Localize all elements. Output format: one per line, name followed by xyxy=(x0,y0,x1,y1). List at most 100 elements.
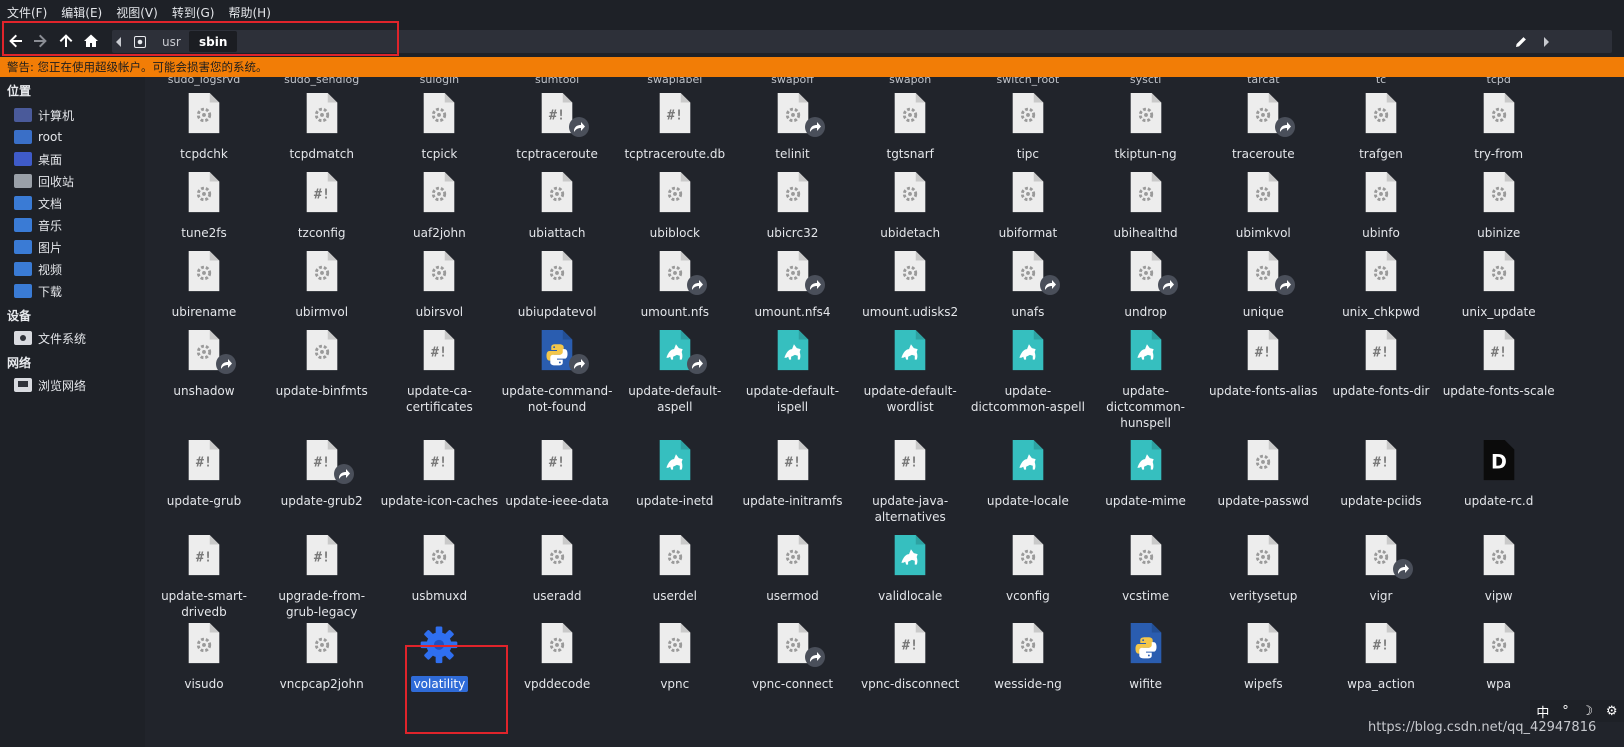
file-item[interactable]: telinit xyxy=(734,92,852,162)
file-item[interactable]: #! update-java-alternatives xyxy=(851,439,969,525)
file-item[interactable]: #! wpa_action xyxy=(1322,622,1440,692)
file-item[interactable]: update-inetd xyxy=(616,439,734,509)
file-item[interactable]: useradd xyxy=(498,534,616,604)
file-item[interactable]: ubirename xyxy=(145,250,263,320)
file-label-partial[interactable]: sulogin xyxy=(380,77,498,86)
file-item[interactable]: tipc xyxy=(969,92,1087,162)
file-item[interactable]: tgtsnarf xyxy=(851,92,969,162)
file-item[interactable]: #! tcptraceroute xyxy=(498,92,616,162)
file-label-partial[interactable]: sudo_sendlog xyxy=(263,77,381,86)
file-item[interactable]: update-locale xyxy=(969,439,1087,509)
file-item[interactable]: #! update-ieee-data xyxy=(498,439,616,509)
file-item[interactable]: tcpick xyxy=(380,92,498,162)
file-item[interactable]: ubiattach xyxy=(498,171,616,241)
file-item[interactable]: update-dictcommon-aspell xyxy=(969,329,1087,415)
file-item[interactable]: #! update-ca-certificates xyxy=(380,329,498,415)
file-item[interactable]: usermod xyxy=(734,534,852,604)
sidebar-item-trash[interactable]: 回收站 xyxy=(14,171,74,191)
file-item[interactable]: ubiformat xyxy=(969,171,1087,241)
sidebar-item-desktop[interactable]: 桌面 xyxy=(14,149,62,169)
file-item[interactable]: vconfig xyxy=(969,534,1087,604)
file-item[interactable]: trafgen xyxy=(1322,92,1440,162)
file-item[interactable]: tcpdchk xyxy=(145,92,263,162)
file-item[interactable]: #! update-grub xyxy=(145,439,263,509)
file-item[interactable]: update-mime xyxy=(1087,439,1205,509)
file-item[interactable]: unshadow xyxy=(145,329,263,399)
file-item[interactable]: wipefs xyxy=(1204,622,1322,692)
file-item[interactable]: #! tcptraceroute.db xyxy=(616,92,734,162)
sidebar-item-computer[interactable]: 计算机 xyxy=(14,105,74,125)
file-label-partial[interactable]: swapon xyxy=(851,77,969,86)
file-item[interactable]: ubihealthd xyxy=(1087,171,1205,241)
file-item[interactable]: #! update-fonts-alias xyxy=(1204,329,1322,399)
file-item[interactable]: update-default-wordlist xyxy=(851,329,969,415)
file-item[interactable]: vigr xyxy=(1322,534,1440,604)
file-item[interactable]: update-default-ispell xyxy=(734,329,852,415)
file-item[interactable]: ubinize xyxy=(1440,171,1558,241)
file-item[interactable]: update-dictcommon-hunspell xyxy=(1087,329,1205,431)
file-label-partial[interactable]: sysctl xyxy=(1087,77,1205,86)
file-item[interactable]: #! update-grub2 xyxy=(263,439,381,509)
gear-icon[interactable]: ⚙ xyxy=(1606,704,1618,719)
file-label-partial[interactable]: tc xyxy=(1322,77,1440,86)
file-item[interactable]: #! vpnc-disconnect xyxy=(851,622,969,692)
sidebar-item-filesystem[interactable]: 文件系统 xyxy=(14,328,86,348)
file-item[interactable]: usbmuxd xyxy=(380,534,498,604)
file-item[interactable]: vipw xyxy=(1440,534,1558,604)
file-item[interactable]: validlocale xyxy=(851,534,969,604)
file-item[interactable]: umount.udisks2 xyxy=(851,250,969,320)
file-item[interactable]: #! update-initramfs xyxy=(734,439,852,509)
file-item[interactable]: unix_update xyxy=(1440,250,1558,320)
moon-icon[interactable]: ☽ xyxy=(1581,704,1593,719)
file-item[interactable]: ubimkvol xyxy=(1204,171,1322,241)
file-item[interactable]: update-default-aspell xyxy=(616,329,734,415)
sidebar-item-videos[interactable]: 视频 xyxy=(14,259,62,279)
file-item[interactable]: wpa xyxy=(1440,622,1558,692)
file-item[interactable]: #! update-icon-caches xyxy=(380,439,498,509)
file-item[interactable]: unix_chkpwd xyxy=(1322,250,1440,320)
sidebar-item-browse-network[interactable]: 浏览网络 xyxy=(14,375,86,395)
file-item[interactable]: undrop xyxy=(1087,250,1205,320)
file-item[interactable]: #! update-pciids xyxy=(1322,439,1440,509)
file-item[interactable]: ubinfo xyxy=(1322,171,1440,241)
sidebar-item-downloads[interactable]: 下载 xyxy=(14,281,62,301)
file-item[interactable]: unique xyxy=(1204,250,1322,320)
file-item[interactable]: tkiptun-ng xyxy=(1087,92,1205,162)
file-label-partial[interactable]: swaplabel xyxy=(616,77,734,86)
file-item[interactable]: #! update-smart-drivedb xyxy=(145,534,263,620)
punctuation-indicator[interactable]: ° xyxy=(1562,704,1569,719)
file-item[interactable]: update-passwd xyxy=(1204,439,1322,509)
file-item[interactable]: tcpdmatch xyxy=(263,92,381,162)
file-item[interactable]: umount.nfs4 xyxy=(734,250,852,320)
file-item[interactable]: tune2fs xyxy=(145,171,263,241)
sidebar-item-pictures[interactable]: 图片 xyxy=(14,237,62,257)
file-label-partial[interactable]: sumtool xyxy=(498,77,616,86)
file-item[interactable]: vcstime xyxy=(1087,534,1205,604)
file-item[interactable]: umount.nfs xyxy=(616,250,734,320)
file-item[interactable]: vpnc xyxy=(616,622,734,692)
file-item[interactable]: #! update-fonts-dir xyxy=(1322,329,1440,399)
file-item[interactable]: wesside-ng xyxy=(969,622,1087,692)
sidebar-item-music[interactable]: 音乐 xyxy=(14,215,62,235)
file-item[interactable]: uaf2john xyxy=(380,171,498,241)
file-item[interactable]: traceroute xyxy=(1204,92,1322,162)
file-label-partial[interactable]: switch_root xyxy=(969,77,1087,86)
file-item[interactable]: ubidetach xyxy=(851,171,969,241)
file-item[interactable]: ubirsvol xyxy=(380,250,498,320)
sidebar-item-documents[interactable]: 文档 xyxy=(14,193,62,213)
file-label-partial[interactable]: swapoff xyxy=(734,77,852,86)
ime-indicator[interactable]: 中 xyxy=(1536,702,1549,721)
sidebar-item-home-folder[interactable]: root xyxy=(14,127,62,147)
file-item[interactable]: #! tzconfig xyxy=(263,171,381,241)
file-item[interactable]: #! update-fonts-scale xyxy=(1440,329,1558,399)
file-item[interactable]: vpddecode xyxy=(498,622,616,692)
file-item[interactable]: unafs xyxy=(969,250,1087,320)
file-label-partial[interactable]: tarcat xyxy=(1204,77,1322,86)
file-item[interactable]: ubiupdatevol xyxy=(498,250,616,320)
file-item[interactable]: vncpcap2john xyxy=(263,622,381,692)
file-item[interactable]: ubicrc32 xyxy=(734,171,852,241)
file-item[interactable]: visudo xyxy=(145,622,263,692)
file-item[interactable]: update-binfmts xyxy=(263,329,381,399)
path-scroll-right[interactable] xyxy=(1537,30,1555,53)
file-label-partial[interactable]: sudo_logsrvd xyxy=(145,77,263,86)
